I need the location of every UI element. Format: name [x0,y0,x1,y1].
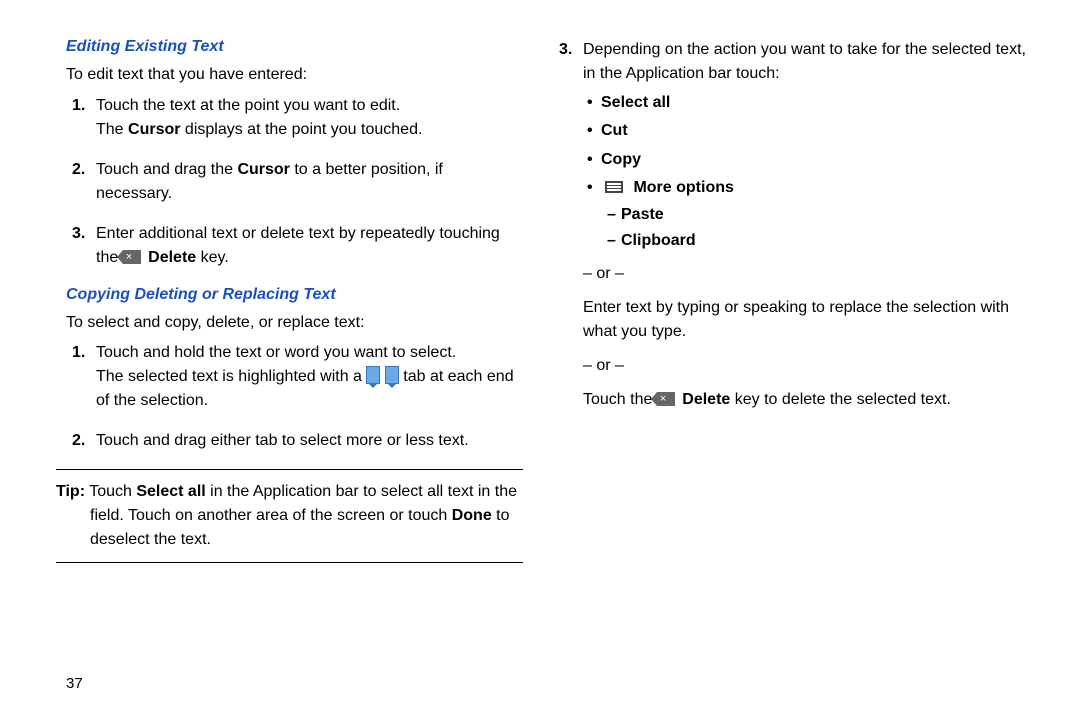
heading-copying: Copying Deleting or Replacing Text [66,286,523,304]
replace-text-line: Enter text by typing or speaking to repl… [583,296,1030,344]
more-options-icon [605,181,623,193]
right-column: Depending on the action you want to take… [563,38,1030,573]
dash-clipboard: Clipboard [621,230,1030,252]
action-steps: Depending on the action you want to take… [553,38,1030,412]
or-separator-2: – or – [583,354,1030,378]
intro-editing: To edit text that you have entered: [66,64,523,86]
copying-steps: Touch and hold the text or word you want… [66,341,523,453]
action-bullets: Select all Cut Copy More options Paste C… [583,92,1030,252]
bullet-more-options: More options Paste Clipboard [601,177,1030,252]
more-options-sub: Paste Clipboard [607,204,1030,253]
tip-paragraph: Tip: Touch Select all in the Application… [56,480,523,552]
delete-key-icon [123,250,141,264]
copy-step-1: Touch and hold the text or word you want… [96,341,523,413]
page-number: 37 [66,675,83,692]
editing-steps: Touch the text at the point you want to … [66,94,523,270]
or-separator-1: – or – [583,262,1030,286]
delete-line: Touch the Delete key to delete the selec… [583,388,1030,412]
dash-paste: Paste [621,204,1030,226]
edit-step-1: Touch the text at the point you want to … [96,94,523,142]
bullet-copy: Copy [601,149,1030,171]
intro-copying: To select and copy, delete, or replace t… [66,312,523,334]
left-column: Editing Existing Text To edit text that … [56,38,523,573]
bullet-cut: Cut [601,120,1030,142]
delete-key-icon [657,392,675,406]
selection-handle-left-icon [366,366,380,384]
copy-step-2: Touch and drag either tab to select more… [96,429,523,453]
heading-editing: Editing Existing Text [66,38,523,56]
divider [56,562,523,563]
bullet-select-all: Select all [601,92,1030,114]
edit-step-2: Touch and drag the Cursor to a better po… [96,158,523,206]
selection-handle-right-icon [385,366,399,384]
divider [56,469,523,470]
action-step-3: Depending on the action you want to take… [583,38,1030,412]
edit-step-3: Enter additional text or delete text by … [96,222,523,270]
